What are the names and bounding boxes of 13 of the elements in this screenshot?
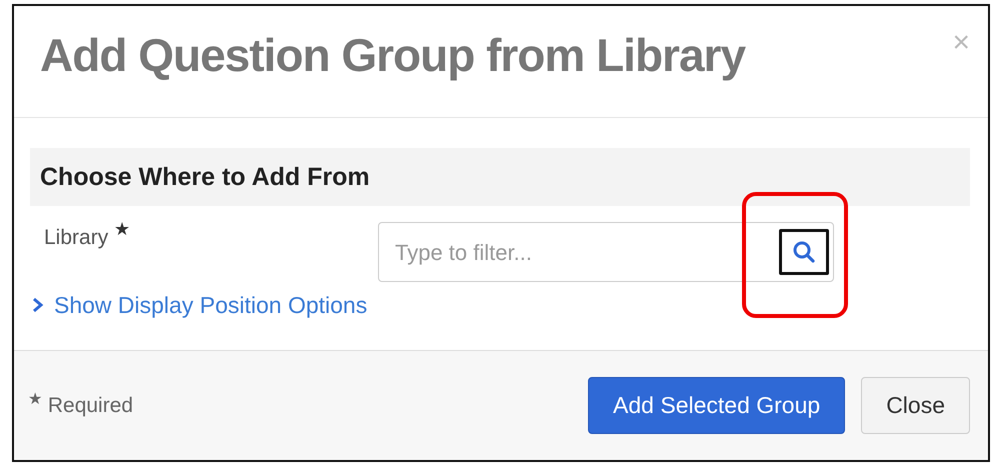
add-group-button[interactable]: Add Selected Group — [588, 377, 846, 434]
required-mark: ★ — [114, 219, 130, 239]
dialog-title: Add Question Group from Library — [40, 28, 746, 83]
display-options-link[interactable]: Show Display Position Options — [30, 288, 368, 322]
filter-field[interactable]: Type to filter... — [378, 222, 834, 282]
field-label: Library — [44, 226, 108, 249]
filter-input[interactable]: Type to filter... — [379, 223, 779, 281]
chevron-icon — [32, 297, 44, 314]
required-note: $^{★}$ Required — [28, 390, 134, 419]
search-icon — [792, 240, 816, 264]
section-heading: Choose Where to Add From — [40, 162, 370, 192]
close-dialog-button[interactable]: Close — [861, 377, 970, 434]
search-button[interactable] — [779, 229, 829, 275]
